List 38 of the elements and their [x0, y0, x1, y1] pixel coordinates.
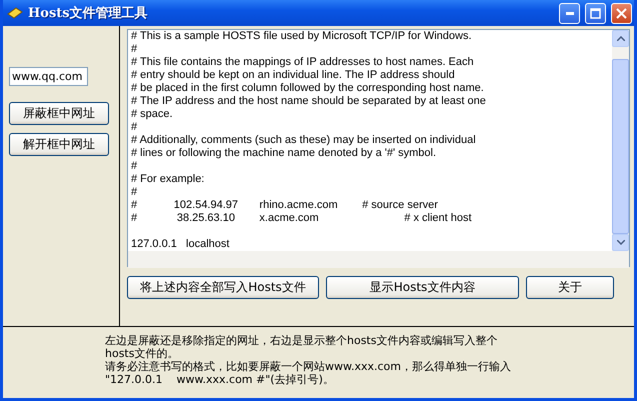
minimize-button[interactable] [559, 2, 580, 24]
help-text: "127.0.0.1 www.xxx.com #"(去掉引号)。 [105, 373, 335, 386]
text-line: # This is a sample HOSTS file used by Microsoft TCP/IP for Windows. [131, 30, 473, 43]
side-button[interactable]: 屏蔽框中网址 [9, 102, 109, 125]
hosts-text-area[interactable] [127, 29, 630, 267]
text-line: # 102.54.94.97 rhino.acme.com # source server [131, 199, 439, 212]
text-line: # [131, 186, 138, 199]
scroll-down-icon[interactable] [612, 234, 629, 251]
text-line: # [131, 43, 138, 56]
text-line: 127.0.0.1 localhost [131, 238, 230, 251]
window-title: Hosts文件管理工具 [28, 4, 149, 22]
text-line: # For example: [131, 173, 206, 186]
action-button[interactable]: 关于 [526, 276, 614, 299]
text-line: # 38.25.63.10 x.acme.com # x client host [131, 212, 473, 225]
text-line: # space. [131, 108, 174, 121]
help-text: 左边是屏蔽还是移除指定的网址，右边是显示整个hosts文件内容或编辑写入整个 [105, 334, 498, 347]
side-button[interactable]: 解开框中网址 [9, 133, 109, 156]
text-line: # lines or following the machine name denoted by a '#' symbol. [131, 147, 438, 160]
text-line: # [131, 121, 138, 134]
maximize-button[interactable] [585, 2, 606, 24]
help-text: hosts文件的。 [105, 347, 180, 360]
minimize-icon [566, 12, 574, 14]
text-line: # entry should be kept on an individual line. The IP address should [131, 69, 456, 82]
text-line: # Additionally, comments (such as these) may be inserted on individual [131, 134, 477, 147]
url-field[interactable]: www.qq.com [9, 67, 88, 86]
action-button[interactable]: 显示Hosts文件内容 [326, 276, 519, 299]
text-line: # be placed in the first column followed by the corresponding host name. [131, 82, 485, 95]
text-line: # This file contains the mappings of IP addresses to host names. Each [131, 56, 475, 69]
action-button[interactable]: 将上述内容全部写入Hosts文件 [127, 276, 319, 299]
help-text: 请务必注意书写的格式，比如要屏蔽一个网站www.xxx.com，那么得单独一行输入 [105, 360, 512, 373]
vertical-scrollbar[interactable] [612, 30, 629, 251]
horizontal-scrollbar[interactable] [128, 251, 629, 268]
close-button[interactable] [611, 2, 632, 24]
maximize-icon [590, 8, 601, 18]
close-icon [616, 8, 627, 18]
scroll-up-icon[interactable] [612, 30, 629, 47]
text-line: # [131, 160, 138, 173]
text-line: # The IP address and the host name should be separated by at least one [131, 95, 487, 108]
